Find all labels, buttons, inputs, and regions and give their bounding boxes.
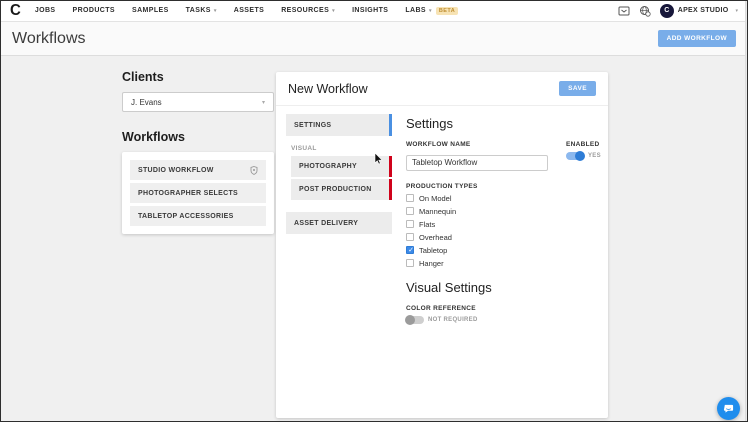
panel-body: SETTINGS VISUAL PHOTOGRAPHY POST PRODUCT… <box>276 106 608 325</box>
nav-item-assets[interactable]: ASSETS <box>234 7 264 14</box>
nav-item-samples[interactable]: SAMPLES <box>132 7 169 14</box>
tab-settings[interactable]: SETTINGS <box>286 114 392 136</box>
tab-post-production[interactable]: POST PRODUCTION <box>291 179 392 200</box>
nav-item-products[interactable]: PRODUCTS <box>73 7 115 14</box>
settings-form: Settings WORKFLOW NAME ENABLED YES PRODU… <box>392 114 601 325</box>
panel-title: New Workflow <box>288 81 368 96</box>
page-header: Workflows ADD WORKFLOW <box>0 22 748 56</box>
color-reference-state-label: NOT REQUIRED <box>428 316 478 323</box>
checkbox-row-hanger[interactable]: Hanger <box>406 259 601 268</box>
app-logo[interactable]: C <box>10 2 21 20</box>
checkbox-row-flats[interactable]: Flats <box>406 220 601 229</box>
chevron-down-icon: ▾ <box>735 7 738 14</box>
avatar: C <box>659 3 674 18</box>
add-workflow-button[interactable]: ADD WORKFLOW <box>657 30 736 47</box>
tab-asset-delivery[interactable]: ASSET DELIVERY <box>286 212 392 234</box>
nav-item-labs[interactable]: LABS ▾ BETA <box>405 6 459 15</box>
nav-right-cluster: C APEX STUDIO ▾ <box>618 3 738 18</box>
checkbox-on-model[interactable] <box>406 194 414 202</box>
account-menu[interactable]: C APEX STUDIO ▾ <box>659 3 738 18</box>
settings-heading: Settings <box>406 116 453 131</box>
nav-item-tasks[interactable]: TASKS ▾ <box>186 7 217 14</box>
tab-photography[interactable]: PHOTOGRAPHY <box>291 156 392 177</box>
checkbox-overhead[interactable] <box>406 233 414 241</box>
top-nav: C JOBS PRODUCTS SAMPLES TASKS ▾ ASSETS RE… <box>0 0 748 22</box>
checkbox-tabletop[interactable] <box>406 246 415 254</box>
toggle-knob <box>575 151 585 161</box>
workflow-name-input[interactable] <box>406 154 548 171</box>
workflow-tabs: SETTINGS VISUAL PHOTOGRAPHY POST PRODUCT… <box>286 114 392 324</box>
main-menu: JOBS PRODUCTS SAMPLES TASKS ▾ ASSETS RESO… <box>35 0 475 21</box>
inbox-icon[interactable] <box>618 5 630 17</box>
new-workflow-panel: New Workflow SAVE SETTINGS VISUAL PHOTOG… <box>276 72 608 418</box>
chevron-down-icon: ▾ <box>332 7 336 14</box>
toggle-knob <box>405 314 415 325</box>
workflows-heading: Workflows <box>122 130 185 144</box>
enabled-toggle[interactable] <box>566 151 585 161</box>
checkbox-row-mannequin[interactable]: Mannequin <box>406 207 601 216</box>
nav-item-jobs[interactable]: JOBS <box>35 7 56 14</box>
visual-settings-heading: Visual Settings <box>406 279 492 295</box>
chevron-down-icon: ▾ <box>429 7 432 14</box>
enabled-label: ENABLED <box>566 141 600 148</box>
workflows-card: STUDIO WORKFLOW PHOTOGRAPHER SELECTS TAB… <box>122 152 274 234</box>
chevron-down-icon: ▾ <box>261 99 265 106</box>
checkbox-mannequin[interactable] <box>406 207 414 215</box>
checkbox-row-overhead[interactable]: Overhead <box>406 233 601 242</box>
color-reference-toggle[interactable] <box>405 314 424 325</box>
workflow-item-studio-workflow[interactable]: STUDIO WORKFLOW <box>130 160 266 180</box>
sidebar: Clients J. Evans ▾ Workflows STUDIO WORK… <box>122 70 274 234</box>
page-title: Workflows <box>12 29 86 47</box>
production-types-label: PRODUCTION TYPES <box>406 182 478 190</box>
workflow-item-tabletop-accessories[interactable]: TABLETOP ACCESSORIES <box>130 206 266 226</box>
chevron-down-icon: ▾ <box>213 7 217 14</box>
tab-group-visual-label: VISUAL <box>291 145 317 152</box>
workflow-name-label: WORKFLOW NAME <box>406 141 471 148</box>
account-name: APEX STUDIO <box>677 7 729 14</box>
client-select[interactable]: J. Evans ▾ <box>122 92 274 112</box>
shield-icon <box>250 165 258 175</box>
panel-header: New Workflow SAVE <box>276 72 608 106</box>
checkbox-hanger[interactable] <box>406 259 414 267</box>
clients-heading: Clients <box>122 70 164 84</box>
save-button[interactable]: SAVE <box>559 81 596 96</box>
nav-item-insights[interactable]: INSIGHTS <box>352 7 388 14</box>
chat-launcher-button[interactable] <box>717 397 740 420</box>
checkbox-row-tabletop[interactable]: Tabletop <box>406 246 601 255</box>
production-types-list: On Model Mannequin Flats Overhead Tablet… <box>406 194 601 268</box>
checkbox-row-on-model[interactable]: On Model <box>406 194 601 203</box>
chat-icon <box>723 404 734 413</box>
checkbox-flats[interactable] <box>406 220 414 228</box>
globe-icon[interactable] <box>639 5 651 17</box>
enabled-state-label: YES <box>588 153 601 159</box>
workflow-item-photographer-selects[interactable]: PHOTOGRAPHER SELECTS <box>130 183 266 203</box>
beta-badge: BETA <box>435 6 459 15</box>
color-reference-label: COLOR REFERENCE <box>406 304 476 312</box>
client-select-value: J. Evans <box>131 97 162 107</box>
nav-item-resources[interactable]: RESOURCES ▾ <box>281 7 335 14</box>
